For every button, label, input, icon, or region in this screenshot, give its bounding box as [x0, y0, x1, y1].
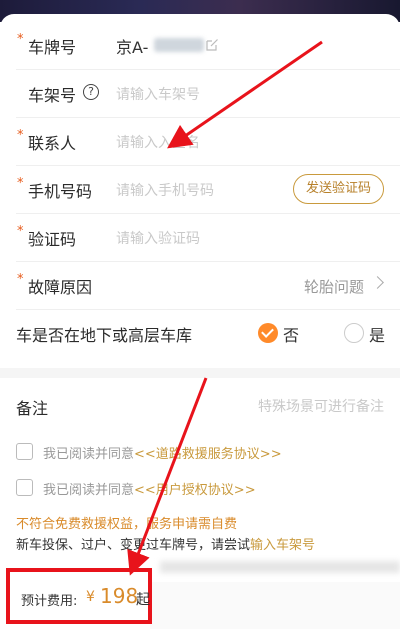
- currency-symbol: ¥: [86, 589, 95, 605]
- garage-row: 车是否在地下或高层车库 否 是: [0, 310, 400, 358]
- frame-input[interactable]: 请输入车架号: [116, 84, 200, 104]
- option-no[interactable]: 否: [283, 322, 299, 346]
- blurred-text: [160, 561, 400, 573]
- enter-frame-number-link[interactable]: 输入车架号: [250, 538, 315, 553]
- frame-number-hint: 新车投保、过户、变更过车牌号，请尝试输入车架号: [16, 538, 316, 553]
- garage-label: 车是否在地下或高层车库: [16, 326, 193, 345]
- plate-number-blurred: [154, 38, 204, 52]
- footer-bar: [150, 582, 400, 629]
- phone-label: 手机号码: [28, 182, 93, 201]
- cost-unit: 起: [136, 592, 150, 608]
- send-code-button[interactable]: 发送验证码: [292, 174, 384, 204]
- plate-label: 车牌号: [28, 38, 77, 57]
- plate-value: 京A-: [116, 38, 149, 57]
- contact-label: 联系人: [28, 134, 77, 153]
- contact-row[interactable]: * 联系人 请输入入全名: [0, 118, 400, 166]
- required-mark: *: [17, 128, 24, 143]
- edit-icon[interactable]: [206, 38, 219, 51]
- section-gap: [0, 368, 400, 378]
- required-mark: *: [17, 272, 24, 287]
- code-input[interactable]: 请输入验证码: [116, 228, 200, 248]
- contact-input[interactable]: 请输入入全名: [116, 132, 200, 152]
- authorization-agreement-link[interactable]: <<用户授权协议>>: [134, 483, 256, 498]
- phone-row[interactable]: * 手机号码 请输入手机号码 发送验证码: [0, 166, 400, 214]
- cost-value: 198: [100, 584, 139, 608]
- remark-input[interactable]: 特殊场景可进行备注: [258, 396, 384, 416]
- phone-input[interactable]: 请输入手机号码: [116, 180, 214, 200]
- fault-label: 故障原因: [28, 278, 93, 297]
- service-agreement-link[interactable]: <<道路救援服务协议>>: [134, 447, 282, 462]
- required-mark: *: [17, 176, 24, 191]
- cost-label: 预计费用:: [21, 594, 78, 609]
- fault-value[interactable]: 轮胎问题: [304, 276, 364, 297]
- radio-yes[interactable]: [344, 323, 364, 343]
- agreement-text: 我已阅读并同意<<道路救援服务协议>>: [43, 447, 282, 462]
- plate-row[interactable]: * 车牌号 京A-: [0, 22, 400, 70]
- agreement-checkbox[interactable]: [16, 479, 33, 496]
- remark-label: 备注: [16, 399, 49, 418]
- agreement-checkbox[interactable]: [16, 443, 33, 460]
- fault-row[interactable]: * 故障原因 轮胎问题: [0, 262, 400, 310]
- agreement-text: 我已阅读并同意<<用户授权协议>>: [43, 483, 256, 498]
- agreement-row[interactable]: 我已阅读并同意<<道路救援服务协议>>: [16, 441, 386, 463]
- code-row[interactable]: * 验证码 请输入验证码: [0, 214, 400, 262]
- agreement-row[interactable]: 我已阅读并同意<<用户授权协议>>: [16, 477, 386, 499]
- frame-label: 车架号: [28, 86, 77, 105]
- required-mark: *: [17, 224, 24, 239]
- chevron-right-icon: [371, 276, 384, 289]
- radio-no-checked[interactable]: [258, 323, 278, 343]
- help-icon[interactable]: ?: [83, 84, 99, 100]
- required-mark: *: [17, 32, 24, 47]
- frame-row[interactable]: 车架号 ? 请输入车架号: [0, 70, 400, 118]
- estimated-cost: 预计费用: ¥ 198 起: [6, 568, 152, 624]
- self-pay-notice: 不符合免费救援权益，服务申请需自费: [16, 517, 238, 532]
- code-label: 验证码: [28, 230, 77, 249]
- option-yes[interactable]: 是: [369, 322, 385, 346]
